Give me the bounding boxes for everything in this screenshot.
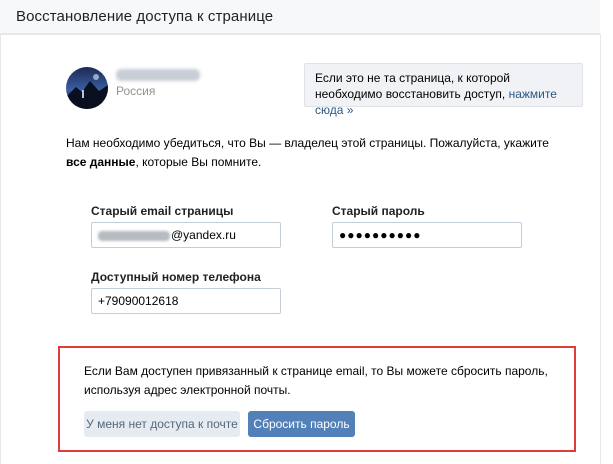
phone-value: +79090012618: [98, 294, 179, 308]
panel-left-border: [0, 34, 1, 464]
intro-bold: все данные: [66, 155, 136, 169]
panel-right-border: [600, 34, 601, 464]
intro-text: Нам необходимо убедиться, что Вы — владе…: [66, 134, 566, 172]
old-email-label: Старый email страницы: [91, 204, 234, 218]
old-email-domain: @yandex.ru: [171, 228, 236, 242]
email-local-part-blurred: [98, 230, 170, 241]
old-email-field[interactable]: @yandex.ru: [91, 222, 281, 248]
page-frame: Восстановление доступа к странице Россия…: [0, 0, 613, 464]
page-header: Восстановление доступа к странице: [0, 0, 600, 34]
intro-text-after: , которые Вы помните.: [135, 155, 262, 169]
old-password-label: Старый пароль: [332, 204, 425, 218]
page-title: Восстановление доступа к странице: [16, 8, 274, 25]
phone-label: Доступный номер телефона: [91, 270, 261, 284]
wrong-page-notice: Если это не та страница, к которой необх…: [304, 63, 583, 117]
profile-country: Россия: [116, 84, 156, 98]
reset-password-button[interactable]: Сбросить пароль: [248, 411, 355, 437]
phone-field[interactable]: +79090012618: [91, 288, 281, 314]
email-reset-section: Если Вам доступен привязанный к странице…: [58, 346, 576, 452]
intro-text-before: Нам необходимо убедиться, что Вы — владе…: [66, 136, 549, 150]
notice-text: Если это не та страница, к которой необх…: [315, 71, 510, 101]
header-divider: [0, 34, 600, 35]
avatar[interactable]: [66, 67, 108, 109]
avatar-image: [66, 67, 108, 109]
profile-name-blurred[interactable]: [116, 69, 200, 81]
old-password-field[interactable]: ●●●●●●●●●●: [332, 222, 522, 248]
old-password-value: ●●●●●●●●●●: [339, 228, 422, 242]
email-reset-text: Если Вам доступен привязанный к странице…: [84, 364, 548, 397]
no-email-access-button[interactable]: У меня нет доступа к почте: [84, 411, 240, 437]
